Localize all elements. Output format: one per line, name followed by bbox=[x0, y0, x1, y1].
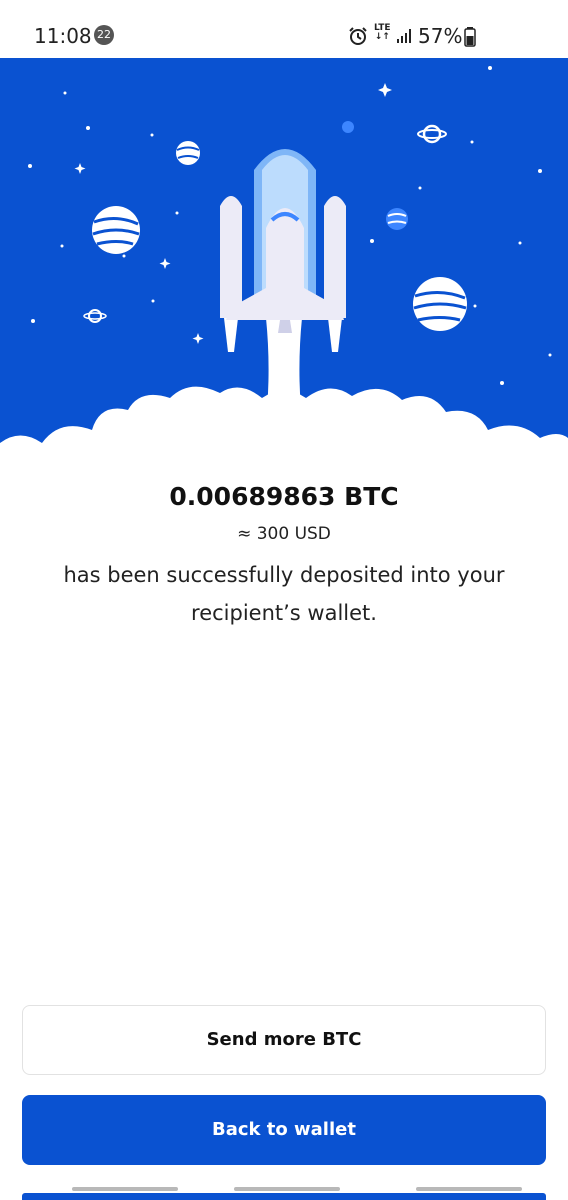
rocket-launch-illustration bbox=[0, 58, 568, 478]
battery-percentage: 57% bbox=[418, 24, 463, 48]
usd-equivalent: ≈ 300 USD bbox=[237, 524, 331, 544]
status-bar: 11:08 22 LTE ↓↑ 57% bbox=[0, 0, 568, 58]
data-arrows-icon: ↓↑ bbox=[374, 32, 390, 42]
bottom-button-peek bbox=[22, 1193, 546, 1200]
success-message: has been successfully deposited into you… bbox=[63, 563, 505, 625]
rocket bbox=[220, 149, 346, 352]
battery-icon bbox=[464, 27, 476, 47]
notification-count-badge: 22 bbox=[94, 25, 114, 45]
status-time: 11:08 bbox=[34, 24, 92, 48]
screen: 11:08 22 LTE ↓↑ 57% 0.00689863 BTC ≈ 300… bbox=[0, 0, 568, 1200]
btc-amount: 0.00689863 BTC bbox=[169, 482, 399, 511]
back-to-wallet-button[interactable]: Back to wallet bbox=[22, 1095, 546, 1165]
send-more-button[interactable]: Send more BTC bbox=[22, 1005, 546, 1075]
nav-handle-right bbox=[416, 1187, 522, 1191]
nav-handle-center bbox=[234, 1187, 340, 1191]
nav-handle-left bbox=[72, 1187, 178, 1191]
signal-icon bbox=[397, 29, 411, 43]
lte-icon: LTE ↓↑ bbox=[374, 24, 391, 42]
launch-clouds bbox=[0, 386, 568, 478]
alarm-icon bbox=[349, 27, 367, 45]
rocket-illustration bbox=[0, 66, 568, 478]
